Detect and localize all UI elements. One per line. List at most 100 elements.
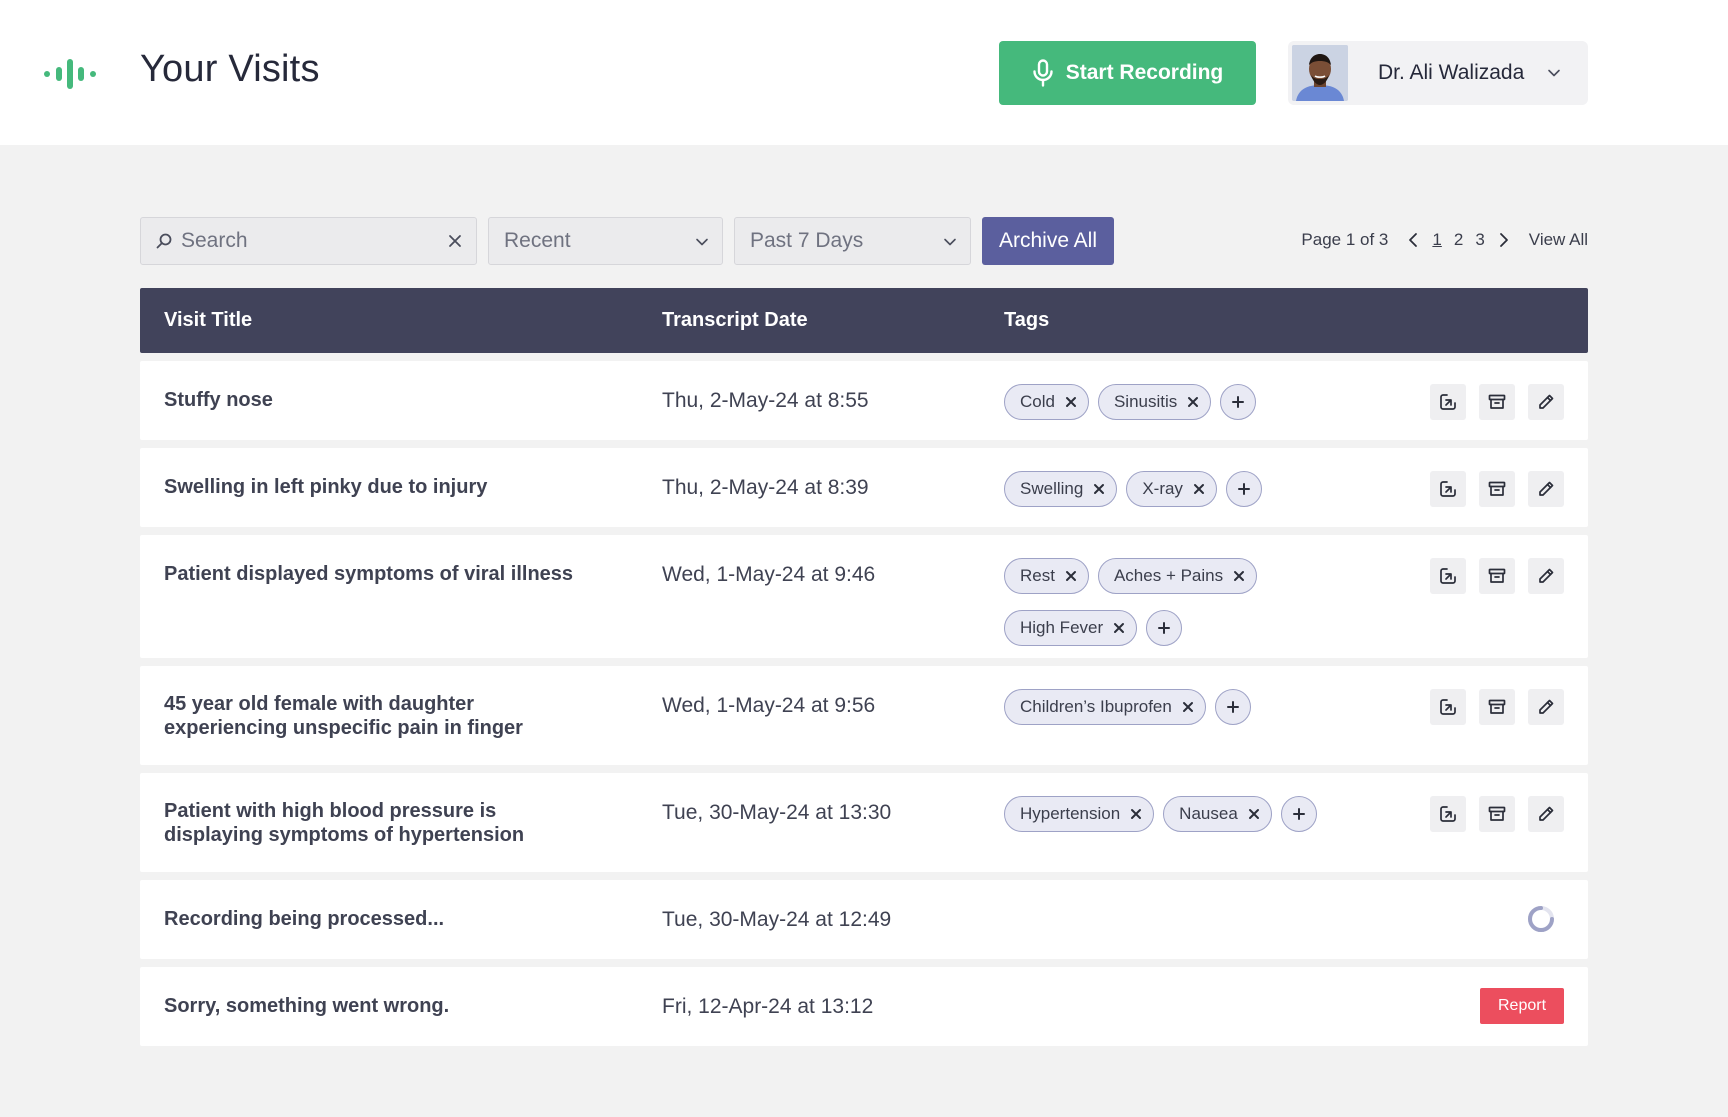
user-menu[interactable]: Dr. Ali Walizada: [1288, 41, 1588, 105]
archive-button[interactable]: [1479, 796, 1515, 832]
tag-chip: Sinusitis: [1097, 384, 1212, 420]
visit-title: Recording being processed...: [164, 908, 445, 930]
open-visit-button[interactable]: [1430, 689, 1466, 725]
view-all-link[interactable]: View All: [1529, 230, 1588, 250]
start-recording-label: Start Recording: [1065, 61, 1224, 84]
archive-button[interactable]: [1479, 689, 1515, 725]
edit-button[interactable]: [1528, 558, 1564, 594]
column-header-title: Visit Title: [164, 309, 253, 331]
tag-label: High Fever: [1020, 618, 1104, 637]
close-icon[interactable]: [1113, 622, 1125, 634]
tag-label: X-ray: [1142, 479, 1183, 498]
pencil-icon: [1539, 394, 1554, 409]
column-header-tags: Tags: [1004, 309, 1050, 331]
page-link-2[interactable]: 2: [1454, 230, 1463, 250]
close-icon[interactable]: [1065, 396, 1077, 408]
top-header: Your Visits Start Recording Dr. Ali Wali…: [0, 0, 1728, 145]
close-icon[interactable]: [1065, 570, 1077, 582]
close-icon[interactable]: [1187, 396, 1199, 408]
open-in-icon: [1440, 394, 1456, 410]
tag-list: Cold Sinusitis: [1004, 384, 1384, 420]
open-visit-button[interactable]: [1430, 796, 1466, 832]
edit-button[interactable]: [1528, 689, 1564, 725]
tag-label: Swelling: [1020, 479, 1084, 498]
chevron-left-icon[interactable]: [1406, 232, 1420, 248]
add-tag-button[interactable]: [1225, 471, 1262, 507]
search-input[interactable]: [181, 229, 441, 253]
tag-label: Children’s Ibuprofen: [1020, 697, 1172, 716]
tag-chip: X-ray: [1126, 471, 1217, 507]
tag-chip: Children’s Ibuprofen: [1004, 689, 1206, 725]
open-visit-button[interactable]: [1430, 471, 1466, 507]
close-icon[interactable]: [1193, 483, 1205, 495]
table-row[interactable]: Swelling in left pinky due to injury Thu…: [140, 448, 1588, 527]
tag-chip: Swelling: [1004, 471, 1118, 507]
archive-button[interactable]: [1479, 558, 1515, 594]
tag-label: Rest: [1020, 566, 1055, 585]
report-button[interactable]: Report: [1480, 988, 1564, 1024]
plus-icon: [1232, 396, 1245, 408]
close-icon[interactable]: [446, 232, 464, 250]
archive-icon: [1488, 699, 1506, 714]
edit-button[interactable]: [1528, 796, 1564, 832]
page-title: Your Visits: [140, 48, 320, 90]
table-row[interactable]: Recording being processed... Tue, 30-May…: [140, 880, 1588, 959]
plus-icon: [1226, 701, 1239, 713]
microphone-icon: [1033, 59, 1053, 87]
archive-all-button[interactable]: Archive All: [982, 217, 1114, 265]
open-visit-button[interactable]: [1430, 384, 1466, 420]
table-row[interactable]: Patient with high blood pressure is disp…: [140, 773, 1588, 872]
close-icon[interactable]: [1233, 570, 1245, 582]
row-actions: [1430, 558, 1564, 594]
pagination: Page 1 of 3 1 2 3 View All: [1301, 230, 1588, 250]
chevron-right-icon[interactable]: [1497, 232, 1511, 248]
row-actions: [1430, 796, 1564, 832]
tag-list: Swelling X-ray: [1004, 471, 1384, 507]
archive-button[interactable]: [1479, 471, 1515, 507]
start-recording-button[interactable]: Start Recording: [999, 41, 1256, 105]
table-row[interactable]: Patient displayed symptoms of viral illn…: [140, 535, 1588, 658]
tag-chip: Aches + Pains: [1097, 558, 1258, 594]
transcript-date: Tue, 30-May-24 at 12:49: [662, 908, 892, 931]
close-icon[interactable]: [1093, 483, 1105, 495]
edit-button[interactable]: [1528, 471, 1564, 507]
tag-label: Sinusitis: [1113, 392, 1178, 411]
close-icon[interactable]: [1130, 808, 1142, 820]
table-header: Visit Title Transcript Date Tags: [140, 288, 1588, 353]
search-icon: [156, 233, 172, 249]
sort-select-value: Recent: [504, 229, 571, 252]
visit-title: Stuffy nose: [164, 389, 273, 411]
archive-button[interactable]: [1479, 384, 1515, 420]
archive-icon: [1488, 568, 1506, 583]
search-field[interactable]: [140, 217, 477, 265]
table-row[interactable]: Sorry, something went wrong. Fri, 12-Apr…: [140, 967, 1588, 1046]
date-range-select[interactable]: Past 7 Days: [734, 217, 971, 265]
edit-button[interactable]: [1528, 384, 1564, 420]
archive-icon: [1488, 481, 1506, 496]
transcript-date: Thu, 2-May-24 at 8:39: [662, 476, 869, 499]
user-name: Dr. Ali Walizada: [1378, 61, 1525, 84]
add-tag-button[interactable]: [1280, 796, 1317, 832]
add-tag-button[interactable]: [1214, 689, 1251, 725]
table-row[interactable]: 45 year old female with daughter experie…: [140, 666, 1588, 765]
pencil-icon: [1539, 806, 1554, 821]
pencil-icon: [1539, 568, 1554, 583]
tag-label: Aches + Pains: [1113, 566, 1224, 585]
sort-select[interactable]: Recent: [488, 217, 723, 265]
close-icon[interactable]: [1248, 808, 1260, 820]
close-icon[interactable]: [1182, 701, 1194, 713]
visit-title: Patient displayed symptoms of viral illn…: [164, 563, 574, 585]
add-tag-button[interactable]: [1146, 610, 1183, 646]
column-header-date: Transcript Date: [662, 309, 808, 331]
visit-title: 45 year old female with daughter experie…: [164, 693, 523, 739]
add-tag-button[interactable]: [1220, 384, 1257, 420]
tag-label: Cold: [1020, 392, 1055, 411]
page-link-1[interactable]: 1: [1432, 230, 1441, 250]
transcript-date: Wed, 1-May-24 at 9:56: [662, 694, 876, 717]
page-link-3[interactable]: 3: [1475, 230, 1484, 250]
visit-title: Swelling in left pinky due to injury: [164, 476, 488, 498]
open-visit-button[interactable]: [1430, 558, 1466, 594]
table-row[interactable]: Stuffy nose Thu, 2-May-24 at 8:55 Cold S…: [140, 361, 1588, 440]
plus-icon: [1292, 808, 1305, 820]
waveform-logo-icon: [44, 59, 96, 89]
